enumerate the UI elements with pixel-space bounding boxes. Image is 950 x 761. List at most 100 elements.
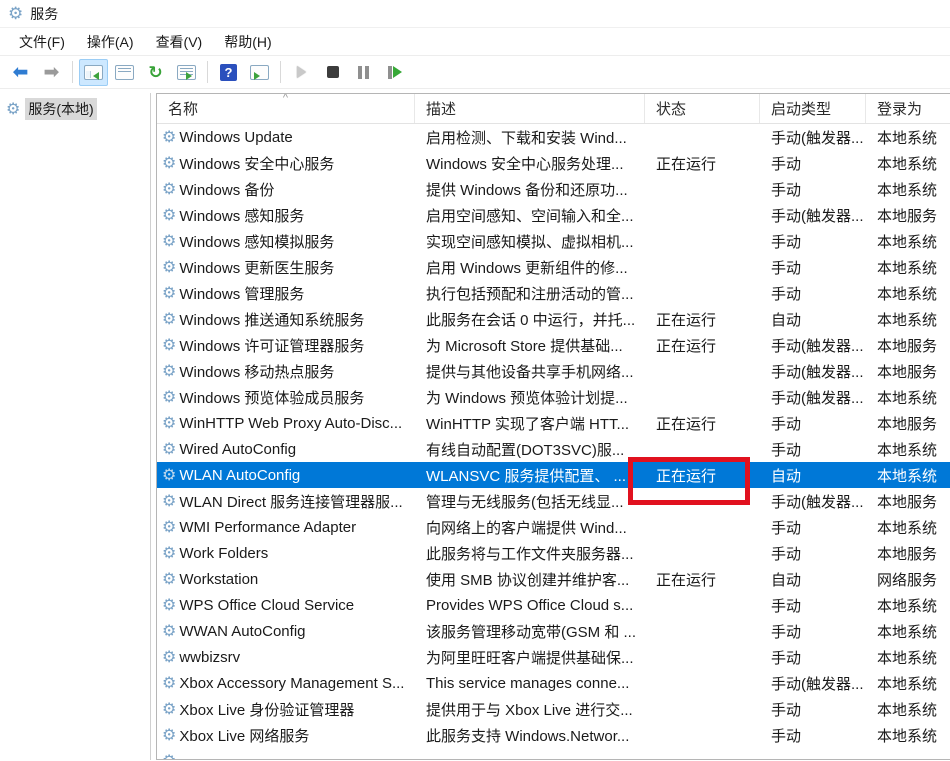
properties-icon [115,65,134,80]
table-row[interactable]: ⚙ Windows 预览体验成员服务 为 Windows 预览体验计划提... … [157,384,950,410]
service-gear-icon: ⚙ [162,335,176,355]
back-arrow-icon: ⬅ [13,63,29,82]
service-status [645,540,760,566]
column-header-name[interactable]: 名称 ^ [157,94,415,123]
properties-button[interactable] [110,59,139,86]
table-row[interactable]: ⚙ Windows 感知模拟服务 实现空间感知模拟、虚拟相机... 手动 本地系… [157,228,950,254]
service-logon-as: 本地系统 [866,280,950,306]
service-gear-icon: ⚙ [162,179,176,199]
service-name: WLAN Direct 服务连接管理器服... [179,491,402,512]
toolbar-separator [280,61,281,83]
service-startup-type: 手动(触发器... [760,332,866,358]
service-startup-type: 手动(触发器... [760,124,866,150]
column-header-status[interactable]: 状态 [645,94,760,123]
pause-service-icon [358,66,369,79]
service-gear-icon: ⚙ [162,595,176,615]
menu-help[interactable]: 帮助(H) [213,28,282,56]
service-description: 使用 SMB 协议创建并维护客... [415,566,645,592]
main-area: ⚙ 服务(本地) 名称 ^ 描述 状态 启动类型 登录为 ⚙ Windows U… [0,89,950,760]
service-logon-as: 本地服务 [866,540,950,566]
service-status [645,722,760,748]
service-name: wwbizsrv [179,649,240,666]
column-header-startup-type[interactable]: 启动类型 [760,94,866,123]
table-row[interactable]: ⚙ Windows 备份 提供 Windows 备份和还原功... 手动 本地系… [157,176,950,202]
show-console-tree-button[interactable] [79,59,108,86]
service-name: Windows 推送通知系统服务 [179,309,364,330]
service-logon-as: 网络服务 [866,566,950,592]
table-row[interactable]: ⚙ WLAN Direct 服务连接管理器服... 管理与无线服务(包括无线显.… [157,488,950,514]
service-logon-as: 本地系统 [866,176,950,202]
service-name-cell: ⚙ Windows 移动热点服务 [157,358,415,384]
table-row[interactable]: ⚙ WPS Office Cloud Service Provides WPS … [157,592,950,618]
pause-service-button[interactable] [349,59,378,86]
service-name: Windows 感知模拟服务 [179,231,334,252]
table-row[interactable]: ⚙ Windows Update 启用检测、下载和安装 Wind... 手动(触… [157,124,950,150]
column-header-logon-as[interactable]: 登录为 [866,94,950,123]
column-header-name-label: 名称 [168,98,198,119]
start-service-button[interactable] [287,59,316,86]
service-status: 正在运行 [645,410,760,436]
table-row[interactable]: ⚙ WinHTTP Web Proxy Auto-Disc... WinHTTP… [157,410,950,436]
table-row[interactable]: ⚙ Xbox Live 网络服务 此服务支持 Windows.Networ...… [157,722,950,748]
help-button[interactable]: ? [214,59,243,86]
action-pane-icon [250,65,269,80]
service-logon-as: 本地服务 [866,358,950,384]
export-list-button[interactable] [172,59,201,86]
table-row[interactable]: ⚙ WLAN AutoConfig WLANSVC 服务提供配置、 ... 正在… [157,462,950,488]
service-name: Wired AutoConfig [179,441,296,458]
service-status [645,488,760,514]
table-row[interactable]: ⚙ wwbizsrv 为阿里旺旺客户端提供基础保... 手动 本地系统 [157,644,950,670]
table-row[interactable]: ⚙ Workstation 使用 SMB 协议创建并维护客... 正在运行 自动… [157,566,950,592]
service-gear-icon: ⚙ [162,465,176,485]
restart-service-button[interactable] [380,59,409,86]
menu-view[interactable]: 查看(V) [145,28,214,56]
table-row[interactable]: ⚙ Xbox Live 身份验证管理器 提供用于与 Xbox Live 进行交.… [157,696,950,722]
service-name-cell: ⚙ Windows 许可证管理器服务 [157,332,415,358]
service-status [645,280,760,306]
sort-ascending-icon: ^ [283,94,288,104]
table-row[interactable]: ⚙ Windows 感知服务 启用空间感知、空间输入和全... 手动(触发器..… [157,202,950,228]
refresh-icon: ↻ [148,64,162,81]
table-row[interactable]: ⚙ Windows 移动热点服务 提供与其他设备共享手机网络... 手动(触发器… [157,358,950,384]
menu-bar: 文件(F) 操作(A) 查看(V) 帮助(H) [0,28,950,56]
table-row[interactable]: ⚙ Wired AutoConfig 有线自动配置(DOT3SVC)服... 手… [157,436,950,462]
service-description: 为 Microsoft Store 提供基础... [415,332,645,358]
table-row[interactable]: ⚙ Windows 管理服务 执行包括预配和注册活动的管... 手动 本地系统 [157,280,950,306]
service-gear-icon: ⚙ [162,621,176,641]
sidebar-item-services-local[interactable]: ⚙ 服务(本地) [0,96,150,122]
menu-file[interactable]: 文件(F) [8,28,76,56]
service-status [645,618,760,644]
service-status [645,748,760,759]
table-row[interactable]: ⚙ [157,748,950,759]
service-name: Windows Update [179,129,292,146]
forward-button[interactable]: ➡ [37,59,66,86]
stop-service-button[interactable] [318,59,347,86]
table-row[interactable]: ⚙ Windows 许可证管理器服务 为 Microsoft Store 提供基… [157,332,950,358]
back-button[interactable]: ⬅ [6,59,35,86]
table-row[interactable]: ⚙ Work Folders 此服务将与工作文件夹服务器... 手动 本地服务 [157,540,950,566]
service-name-cell: ⚙ WWAN AutoConfig [157,618,415,644]
show-action-pane-button[interactable] [245,59,274,86]
table-row[interactable]: ⚙ WMI Performance Adapter 向网络上的客户端提供 Win… [157,514,950,540]
table-row[interactable]: ⚙ Windows 推送通知系统服务 此服务在会话 0 中运行，并托... 正在… [157,306,950,332]
service-logon-as: 本地系统 [866,306,950,332]
stop-service-icon [327,66,339,78]
toolbar-separator [72,61,73,83]
service-status: 正在运行 [645,306,760,332]
refresh-button[interactable]: ↻ [141,59,170,86]
service-description: 为 Windows 预览体验计划提... [415,384,645,410]
service-name: Windows 管理服务 [179,283,304,304]
service-logon-as: 本地系统 [866,514,950,540]
service-startup-type: 手动 [760,176,866,202]
table-row[interactable]: ⚙ Windows 更新医生服务 启用 Windows 更新组件的修... 手动… [157,254,950,280]
services-list-panel: 名称 ^ 描述 状态 启动类型 登录为 ⚙ Windows Update 启用检… [156,93,950,760]
title-bar: ⚙ 服务 [0,0,950,28]
table-row[interactable]: ⚙ WWAN AutoConfig 该服务管理移动宽带(GSM 和 ... 手动… [157,618,950,644]
service-description: 执行包括预配和注册活动的管... [415,280,645,306]
service-description: 此服务在会话 0 中运行，并托... [415,306,645,332]
menu-action[interactable]: 操作(A) [76,28,145,56]
column-header-description[interactable]: 描述 [415,94,645,123]
table-row[interactable]: ⚙ Xbox Accessory Management S... This se… [157,670,950,696]
service-name: Windows 预览体验成员服务 [179,387,364,408]
table-row[interactable]: ⚙ Windows 安全中心服务 Windows 安全中心服务处理... 正在运… [157,150,950,176]
